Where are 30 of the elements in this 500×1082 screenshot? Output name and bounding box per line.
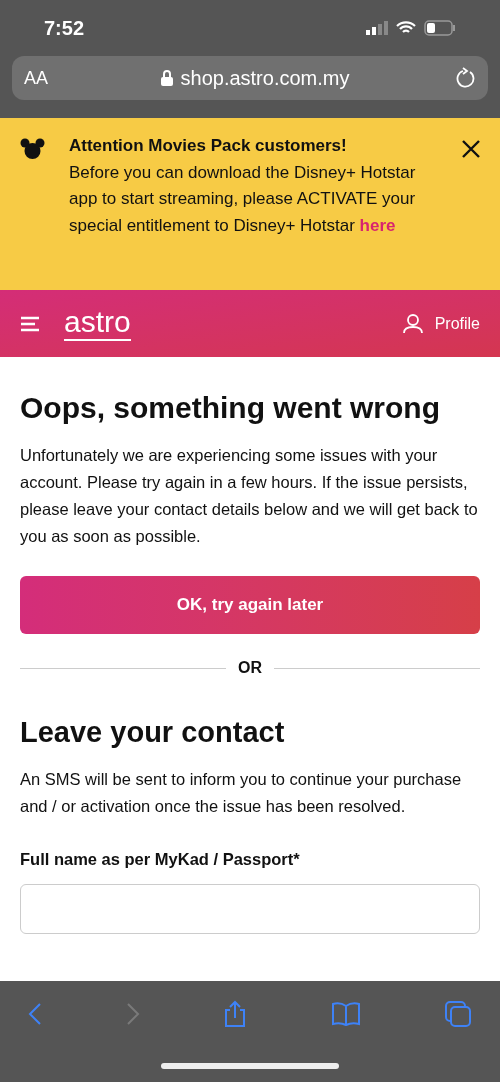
tabs-icon[interactable] xyxy=(444,1000,472,1028)
error-message: Unfortunately we are experiencing some issues with your account. Please try again in a few hours. If the issue persists, please leave your contact details below and we will get back to you as soon as possible. xyxy=(20,445,479,547)
lock-icon xyxy=(160,70,173,86)
astro-logo[interactable]: astro xyxy=(64,306,131,341)
status-time: 7:52 xyxy=(44,16,85,41)
or-divider-label: OR xyxy=(238,658,262,678)
close-icon[interactable] xyxy=(462,140,480,158)
banner-message: Before you can download the Disney+ Hotstar app to start streaming, please ACTIVATE your special entitlement to Disney+ Hotstar here xyxy=(69,161,417,237)
contact-message: An SMS will be sent to inform you to continue your purchase and / or activation once the issue has been resolved. xyxy=(20,769,463,817)
field-label: Full name as per MyKad / Passport* xyxy=(20,849,301,870)
battery-icon xyxy=(424,20,456,36)
wifi-icon xyxy=(396,21,416,35)
url-text: shop.astro.com.my xyxy=(180,66,350,91)
address-bar[interactable]: AA shop.astro.com.my xyxy=(12,56,488,100)
back-icon[interactable] xyxy=(28,1002,42,1026)
error-title: Oops, something went wrong xyxy=(20,390,441,426)
contact-title: Leave your contact xyxy=(20,715,286,750)
reload-icon[interactable] xyxy=(456,67,476,89)
book-icon[interactable] xyxy=(330,1002,361,1026)
try-later-button[interactable]: OK, try again later xyxy=(20,576,480,634)
share-icon[interactable] xyxy=(223,1000,247,1028)
person-icon[interactable] xyxy=(402,313,423,334)
full-name-field[interactable] xyxy=(20,883,480,934)
text-size-button[interactable]: AA xyxy=(24,64,54,92)
signal-icon xyxy=(366,21,388,35)
menu-icon[interactable] xyxy=(20,315,40,332)
mouse-ears-icon xyxy=(20,138,45,160)
profile-link[interactable]: Profile xyxy=(434,311,480,336)
banner-title: Attention Movies Pack customers! xyxy=(69,135,348,157)
here-link[interactable]: here xyxy=(359,215,396,235)
